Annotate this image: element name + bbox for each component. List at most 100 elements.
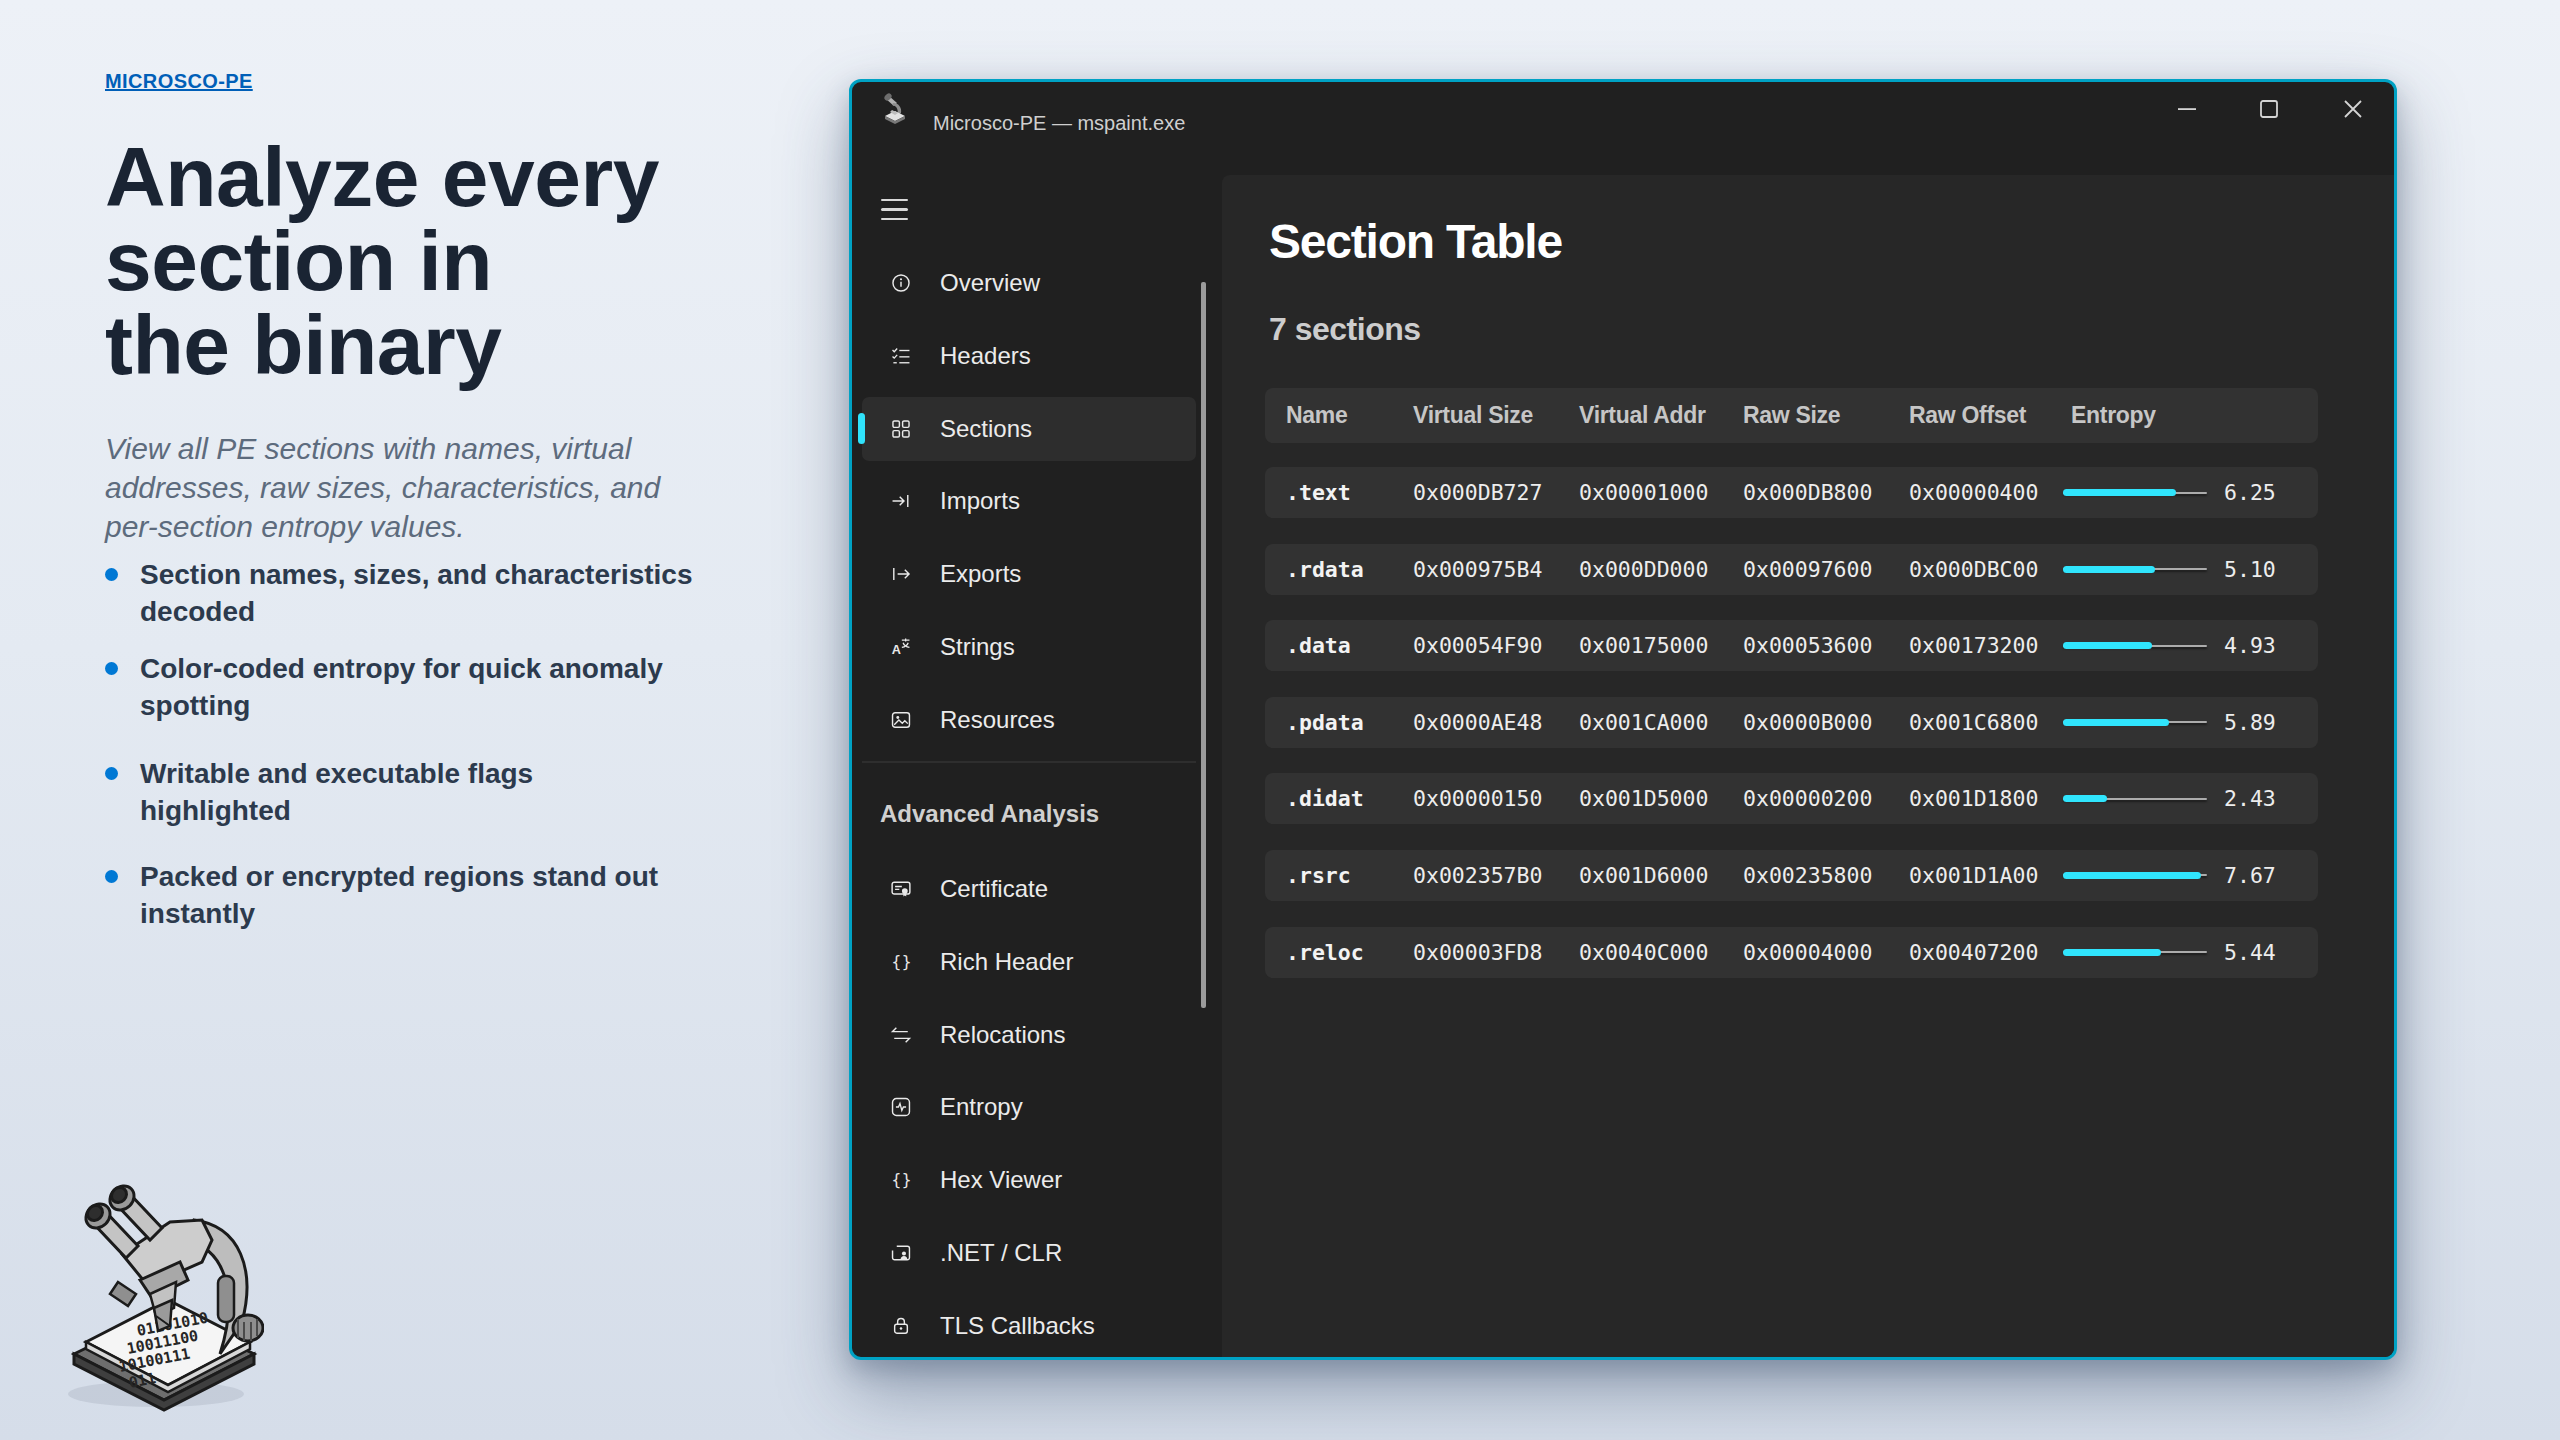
info-icon bbox=[890, 272, 912, 294]
bullet-text-line: spotting bbox=[140, 687, 663, 724]
sidebar-item-entropy[interactable]: Entropy bbox=[862, 1075, 1196, 1139]
sidebar-item-hex-viewer[interactable]: {}Hex Viewer bbox=[862, 1148, 1196, 1212]
sidebar-item-exports[interactable]: Exports bbox=[862, 542, 1196, 606]
import-arrow-icon bbox=[890, 490, 912, 512]
sidebar-item-rich-header[interactable]: {} Rich Header bbox=[862, 930, 1196, 994]
column-header: Raw Size bbox=[1743, 388, 1840, 443]
window-title: Microsco-PE — mspaint.exe bbox=[933, 112, 1185, 135]
sidebar-item-headers[interactable]: Headers bbox=[862, 324, 1196, 388]
sidebar-item-imports[interactable]: Imports bbox=[862, 469, 1196, 533]
sidebar-item-resources[interactable]: Resources bbox=[862, 688, 1196, 752]
cell-entropy-value: 7.67 bbox=[2224, 850, 2276, 901]
cell-raw-offset: 0x00000400 bbox=[1909, 467, 2038, 518]
page-subtitle-line2: addresses, raw sizes, characteristics, a… bbox=[105, 468, 745, 507]
table-header-row: NameVirtual SizeVirtual AddrRaw SizeRaw … bbox=[1265, 388, 2318, 443]
section-row[interactable]: .pdata0x0000AE480x001CA0000x0000B0000x00… bbox=[1265, 697, 2318, 748]
entropy-bar-fill bbox=[2063, 949, 2161, 956]
column-header: Virtual Addr bbox=[1579, 388, 1706, 443]
feature-bullet: Color-coded entropy for quick anomalyspo… bbox=[105, 650, 663, 724]
section-row[interactable]: .rsrc0x002357B00x001D60000x002358000x001… bbox=[1265, 850, 2318, 901]
bullet-text-line: Section names, sizes, and characteristic… bbox=[140, 556, 692, 593]
cell-raw-size: 0x00053600 bbox=[1743, 620, 1872, 671]
sidebar-item-overview[interactable]: Overview bbox=[862, 251, 1196, 315]
nav-menu-button[interactable] bbox=[881, 199, 908, 220]
svg-text:{: { bbox=[891, 1170, 901, 1189]
cell-name: .reloc bbox=[1286, 927, 1364, 978]
column-header: Virtual Size bbox=[1413, 388, 1533, 443]
bullet-dot-icon bbox=[105, 870, 118, 883]
translate-icon: A bbox=[890, 636, 912, 658]
bullet-text-line: highlighted bbox=[140, 792, 533, 829]
export-arrow-icon bbox=[890, 563, 912, 585]
cell-entropy-value: 4.93 bbox=[2224, 620, 2276, 671]
page-subtitle-line1: View all PE sections with names, virtual bbox=[105, 429, 745, 468]
bullet-dot-icon bbox=[105, 568, 118, 581]
section-table: NameVirtual SizeVirtual AddrRaw SizeRaw … bbox=[1265, 388, 2318, 1003]
section-row[interactable]: .didat0x000001500x001D50000x000002000x00… bbox=[1265, 773, 2318, 824]
entropy-bar-fill bbox=[2063, 795, 2107, 802]
app-window: Microsco-PE — mspaint.exe Overview Header… bbox=[849, 79, 2397, 1360]
section-row[interactable]: .rdata0x000975B40x000DD0000x000976000x00… bbox=[1265, 544, 2318, 595]
selected-item-indicator bbox=[858, 413, 865, 444]
braces-icon: {} bbox=[890, 951, 912, 973]
maximize-button[interactable] bbox=[2246, 91, 2292, 127]
sidebar-item-label: Certificate bbox=[940, 857, 1048, 921]
headline-line1: Analyze every bbox=[105, 135, 745, 219]
close-button[interactable] bbox=[2330, 91, 2376, 127]
cell-raw-offset: 0x001D1800 bbox=[1909, 773, 2038, 824]
cell-name: .text bbox=[1286, 467, 1351, 518]
cell-entropy-value: 5.44 bbox=[2224, 927, 2276, 978]
cell-entropy-value: 6.25 bbox=[2224, 467, 2276, 518]
sidebar-item-label: Exports bbox=[940, 542, 1021, 606]
bullet-text-line: instantly bbox=[140, 895, 658, 932]
minimize-button[interactable] bbox=[2164, 91, 2210, 127]
entropy-bar-fill bbox=[2063, 642, 2152, 649]
svg-text:{: { bbox=[891, 952, 901, 971]
cell-virtual-size: 0x002357B0 bbox=[1413, 850, 1542, 901]
page-subtitle-line3: per-section entropy values. bbox=[105, 507, 745, 546]
cell-raw-offset: 0x001C6800 bbox=[1909, 697, 2038, 748]
bullet-dot-icon bbox=[105, 767, 118, 780]
cell-virtual-addr: 0x0040C000 bbox=[1579, 927, 1708, 978]
cell-virtual-size: 0x00000150 bbox=[1413, 773, 1542, 824]
svg-text:A: A bbox=[892, 643, 901, 657]
brand-link[interactable]: MICROSCO-PE bbox=[105, 70, 253, 93]
section-row[interactable]: .data0x00054F900x001750000x000536000x001… bbox=[1265, 620, 2318, 671]
section-row[interactable]: .text0x000DB7270x000010000x000DB8000x000… bbox=[1265, 467, 2318, 518]
cell-raw-size: 0x00097600 bbox=[1743, 544, 1872, 595]
sidebar-item-certificate[interactable]: Certificate bbox=[862, 857, 1196, 921]
sidebar-item-sections[interactable]: Sections bbox=[862, 397, 1196, 461]
sidebar-item-relocations[interactable]: Relocations bbox=[862, 1003, 1196, 1067]
section-count: 7 sections bbox=[1269, 313, 1421, 345]
cell-virtual-size: 0x0000AE48 bbox=[1413, 697, 1542, 748]
sidebar-item-label: TLS Callbacks bbox=[940, 1294, 1095, 1358]
column-header: Entropy bbox=[2071, 388, 2156, 443]
feature-bullet: Packed or encrypted regions stand outins… bbox=[105, 858, 658, 932]
sidebar-item-label: Rich Header bbox=[940, 930, 1073, 994]
sidebar-scrollbar[interactable] bbox=[1201, 282, 1206, 1008]
cell-name: .data bbox=[1286, 620, 1351, 671]
sidebar-item-strings[interactable]: AStrings bbox=[862, 615, 1196, 679]
cell-raw-offset: 0x001D1A00 bbox=[1909, 850, 2038, 901]
cell-raw-offset: 0x00407200 bbox=[1909, 927, 2038, 978]
sidebar-item-label: Overview bbox=[940, 251, 1040, 315]
section-row[interactable]: .reloc0x00003FD80x0040C0000x000040000x00… bbox=[1265, 927, 2318, 978]
headline-line3: the binary bbox=[105, 303, 745, 387]
cell-virtual-addr: 0x001D6000 bbox=[1579, 850, 1708, 901]
page-headline: Analyze every section in the binary bbox=[105, 135, 745, 387]
bullet-text-line: Packed or encrypted regions stand out bbox=[140, 858, 658, 895]
app-icon bbox=[883, 90, 909, 125]
cell-virtual-size: 0x000DB727 bbox=[1413, 467, 1542, 518]
bullet-text: Writable and executable flagshighlighted bbox=[140, 755, 533, 829]
checklist-icon bbox=[890, 345, 912, 367]
headline-line2: section in bbox=[105, 219, 745, 303]
bullet-text: Color-coded entropy for quick anomalyspo… bbox=[140, 650, 663, 724]
id-card-icon bbox=[890, 1242, 912, 1264]
cell-virtual-addr: 0x000DD000 bbox=[1579, 544, 1708, 595]
sidebar-item-net-clr[interactable]: .NET / CLR bbox=[862, 1221, 1196, 1285]
sidebar-item-label: .NET / CLR bbox=[940, 1221, 1062, 1285]
image-icon bbox=[890, 709, 912, 731]
sidebar-item-tls-callbacks[interactable]: TLS Callbacks bbox=[862, 1294, 1196, 1358]
entropy-bar-fill bbox=[2063, 719, 2169, 726]
sidebar-item-label: Relocations bbox=[940, 1003, 1065, 1067]
